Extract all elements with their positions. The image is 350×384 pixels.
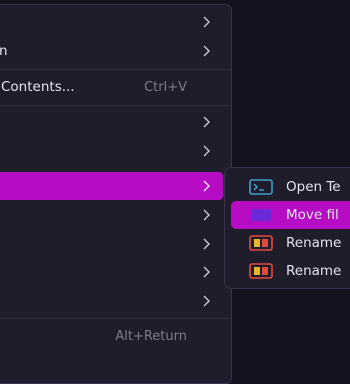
- menu-item-label: n: [0, 43, 8, 59]
- menu-item-shortcut: Ctrl+V: [144, 79, 187, 95]
- context-menu: n Contents... Ctrl+V Alt+Return: [0, 4, 232, 384]
- menu-item-shortcut: Alt+Return: [115, 328, 187, 344]
- menu-item-submenu-1[interactable]: [0, 8, 231, 36]
- menu-item-submenu-9[interactable]: [0, 258, 231, 286]
- menu-separator: [0, 318, 231, 319]
- submenu-item-open-terminal[interactable]: Open Te: [231, 173, 350, 201]
- submenu-item-label: Open Te: [286, 179, 341, 195]
- submenu-item-move-file[interactable]: Move fil: [231, 201, 350, 229]
- menu-item-submenu-8[interactable]: [0, 230, 231, 258]
- submenu-item-rename-2[interactable]: Rename: [231, 257, 350, 285]
- terminal-icon: [249, 179, 273, 195]
- chevron-right-icon: [203, 16, 210, 28]
- menu-separator: [0, 69, 231, 70]
- menu-item-label: Contents...: [1, 79, 75, 95]
- submenu-item-label: Rename: [286, 235, 342, 251]
- chevron-right-icon: [203, 145, 210, 157]
- menu-item-submenu-10[interactable]: [0, 287, 231, 315]
- menu-item-submenu-active[interactable]: [0, 172, 223, 200]
- menu-item-paste-contents[interactable]: Contents... Ctrl+V: [0, 73, 231, 101]
- submenu-item-label: Rename: [286, 263, 342, 279]
- chevron-right-icon: [203, 295, 210, 307]
- menu-item-submenu-4[interactable]: [0, 108, 231, 136]
- menu-item-submenu-5[interactable]: [0, 137, 231, 165]
- chevron-right-icon: [203, 116, 210, 128]
- menu-item-properties[interactable]: Alt+Return: [0, 322, 231, 350]
- submenu: Open Te Move fil Rename Rename: [224, 167, 350, 289]
- menu-item-submenu-7[interactable]: [0, 201, 231, 229]
- move-file-icon: [251, 209, 271, 221]
- submenu-item-label: Move fil: [286, 207, 339, 223]
- chevron-right-icon: [203, 238, 210, 250]
- menu-item-open-with[interactable]: n: [0, 37, 231, 65]
- rename-icon: [249, 235, 273, 251]
- submenu-item-rename-1[interactable]: Rename: [231, 229, 350, 257]
- chevron-right-icon: [203, 45, 210, 57]
- chevron-right-icon: [203, 266, 210, 278]
- chevron-right-icon: [203, 180, 210, 192]
- rename-icon: [249, 263, 273, 279]
- chevron-right-icon: [203, 209, 210, 221]
- menu-separator: [0, 105, 231, 106]
